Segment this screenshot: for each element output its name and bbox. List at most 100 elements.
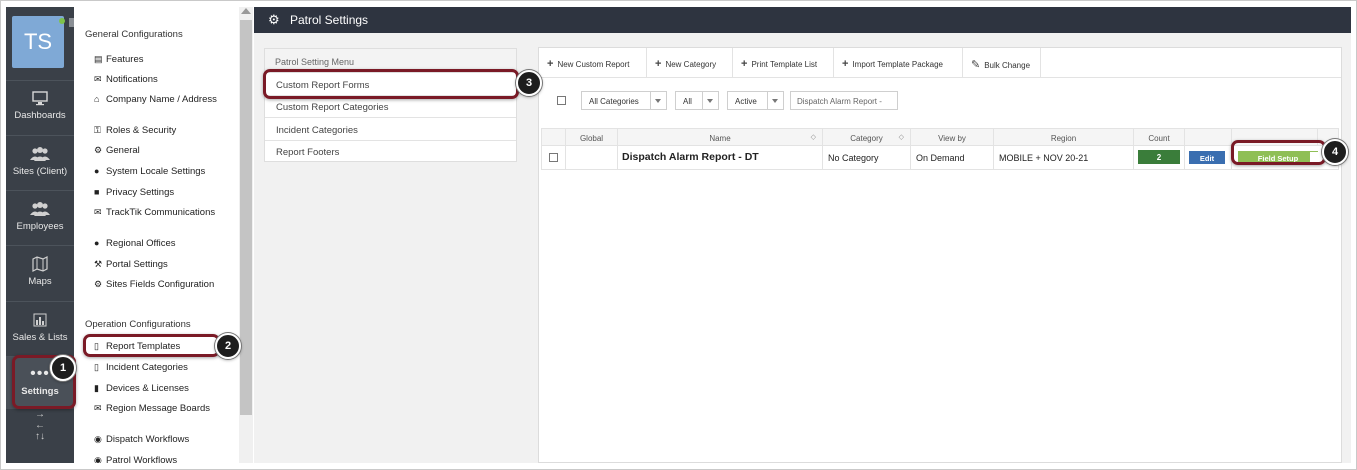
callout-badge-3: 3 xyxy=(516,70,542,96)
side-menu-item-system-locale[interactable]: ● System Locale Settings xyxy=(94,166,234,177)
app-window: TS Dashboards Sites (Client) Employees M… xyxy=(0,0,1357,470)
file-icon: ▯ xyxy=(94,362,99,372)
table-header: Global Name ◇ Category ◇ View by Region Co… xyxy=(541,128,1339,146)
toolbar: + New Custom Report + New Category + Print … xyxy=(539,48,1341,78)
side-menu-item-notifications[interactable]: ✉ Notifications xyxy=(94,74,234,85)
nav-divider xyxy=(6,301,74,302)
callout-badge-4: 4 xyxy=(1322,139,1348,165)
column-header-global[interactable]: Global xyxy=(566,129,618,145)
category-select[interactable]: All Categories xyxy=(581,91,667,110)
side-menu-item-features[interactable]: ▤ Features xyxy=(94,54,234,65)
report-name[interactable]: Dispatch Alarm Report - DT xyxy=(618,146,823,169)
highlight-report-templates xyxy=(83,334,220,357)
nav-divider xyxy=(6,80,74,81)
side-menu-item-company-name[interactable]: ⌂ Company Name / Address xyxy=(94,94,234,105)
import-template-package-button[interactable]: + Import Template Package xyxy=(834,48,963,78)
column-header-view-by[interactable]: View by xyxy=(911,129,994,145)
plus-icon: + xyxy=(547,58,554,70)
page-title: Patrol Settings xyxy=(290,13,369,27)
count-badge: 2 xyxy=(1138,150,1180,164)
nav-item-employees[interactable]: Employees xyxy=(6,200,74,232)
callout-badge-1: 1 xyxy=(50,355,76,381)
envelope-icon: ✉ xyxy=(94,403,102,413)
patrol-menu-item-report-footers[interactable]: Report Footers xyxy=(265,141,516,163)
side-menu-item-sites-fields[interactable]: ⚙ Sites Fields Configuration xyxy=(94,279,234,290)
chevron-down-icon xyxy=(650,92,666,109)
nav-label: Dashboards xyxy=(14,110,66,121)
nav-item-sales-lists[interactable]: Sales & Lists xyxy=(6,311,74,343)
patrol-setting-menu: Patrol Setting Menu Custom Report Forms … xyxy=(264,48,517,162)
region-cell: MOBILE + NOV 20-21 xyxy=(994,146,1134,169)
print-template-list-button[interactable]: + Print Template List xyxy=(733,48,834,78)
wrench-icon: ⚒ xyxy=(94,259,103,269)
tablet-icon: ▮ xyxy=(94,383,99,393)
side-menu-item-devices-licenses[interactable]: ▮ Devices & Licenses xyxy=(94,383,234,394)
patrol-menu-item-incident-categories[interactable]: Incident Categories xyxy=(265,119,516,141)
sort-icon: ◇ xyxy=(810,134,816,141)
side-menu-item-tracktik-communications[interactable]: ✉ TrackTik Communications xyxy=(94,207,234,218)
sort-arrows-icon: ↑↓ xyxy=(35,431,45,442)
side-menu-item-regional-offices[interactable]: ● Regional Offices xyxy=(94,238,234,249)
dispatch-icon: ◉ xyxy=(94,434,102,444)
status-select[interactable]: Active xyxy=(727,91,784,110)
nav-item-dashboards[interactable]: Dashboards xyxy=(6,89,74,121)
nav-item-maps[interactable]: Maps xyxy=(6,255,74,287)
home-icon: ⌂ xyxy=(94,94,100,104)
content-panel: + New Custom Report + New Category + Print … xyxy=(538,47,1342,463)
side-menu-item-patrol-workflows[interactable]: ◉ Patrol Workflows xyxy=(94,455,234,463)
side-menu-item-roles-security[interactable]: ⚿ Roles & Security xyxy=(94,125,234,136)
callout-badge-2: 2 xyxy=(215,333,241,359)
globe-icon: ● xyxy=(94,238,100,248)
bar-chart-icon xyxy=(33,313,47,327)
scroll-up-arrow[interactable] xyxy=(241,8,251,14)
bulk-change-button[interactable]: ✎ Bulk Change xyxy=(963,48,1041,78)
key-icon: ⚿ xyxy=(94,125,101,135)
plus-icon: + xyxy=(842,58,849,70)
monitor-icon xyxy=(32,91,48,106)
gear-icon: ⚙ xyxy=(268,12,280,27)
view-by-cell: On Demand xyxy=(911,146,994,169)
nav-label: Maps xyxy=(28,276,52,287)
nav-divider xyxy=(6,190,74,191)
side-menu-scrollbar[interactable] xyxy=(239,7,253,463)
category-cell: No Category xyxy=(823,146,911,169)
type-select[interactable]: All xyxy=(675,91,719,110)
side-menu-item-region-message-boards[interactable]: ✉ Region Message Boards xyxy=(94,403,234,414)
column-header-count[interactable]: Count xyxy=(1134,129,1185,145)
column-header-name[interactable]: Name ◇ xyxy=(618,129,823,145)
search-input[interactable]: Dispatch Alarm Report - xyxy=(790,91,898,110)
new-category-button[interactable]: + New Category xyxy=(647,48,733,78)
scrollbar-thumb[interactable] xyxy=(240,20,252,415)
online-status-dot xyxy=(59,18,65,24)
column-header-region[interactable]: Region xyxy=(994,129,1134,145)
header-checkbox-col xyxy=(542,129,566,145)
highlight-field-setup xyxy=(1231,140,1326,165)
side-menu-item-privacy[interactable]: ■ Privacy Settings xyxy=(94,187,234,198)
side-menu-item-dispatch-workflows[interactable]: ◉ Dispatch Workflows xyxy=(94,434,234,445)
map-icon xyxy=(32,256,48,272)
column-header-category[interactable]: Category ◇ xyxy=(823,129,911,145)
select-all-checkbox[interactable] xyxy=(557,96,566,105)
new-custom-report-button[interactable]: + New Custom Report xyxy=(539,48,647,78)
plus-icon: + xyxy=(741,58,748,70)
nav-expand-toggle[interactable]: → ← ↑↓ xyxy=(6,409,74,442)
nav-item-sites[interactable]: Sites (Client) xyxy=(6,145,74,177)
side-menu-item-portal-settings[interactable]: ⚒ Portal Settings xyxy=(94,259,234,270)
gear-icon: ⚙ xyxy=(94,279,103,289)
nav-label: Employees xyxy=(16,221,64,232)
edit-button[interactable]: Edit xyxy=(1189,151,1225,164)
chevron-down-icon xyxy=(767,92,783,109)
settings-side-menu: General Configurations ▤ Features ✉ Notifi… xyxy=(74,7,239,463)
side-menu-item-incident-categories[interactable]: ▯ Incident Categories xyxy=(94,362,234,373)
avatar[interactable]: TS xyxy=(12,16,64,68)
row-checkbox-cell xyxy=(542,146,566,169)
gear-icon: ⚙ xyxy=(94,145,103,155)
patrol-menu-item-custom-report-categories[interactable]: Custom Report Categories xyxy=(265,96,516,118)
nav-label: Sales & Lists xyxy=(12,332,68,343)
envelope-icon: ✉ xyxy=(94,74,102,84)
plus-icon: + xyxy=(655,58,662,70)
table-row[interactable]: Dispatch Alarm Report - DT No Category O… xyxy=(541,146,1339,170)
row-checkbox[interactable] xyxy=(549,153,558,162)
side-menu-item-general[interactable]: ⚙ General xyxy=(94,145,234,156)
nav-label: Sites (Client) xyxy=(12,166,68,177)
